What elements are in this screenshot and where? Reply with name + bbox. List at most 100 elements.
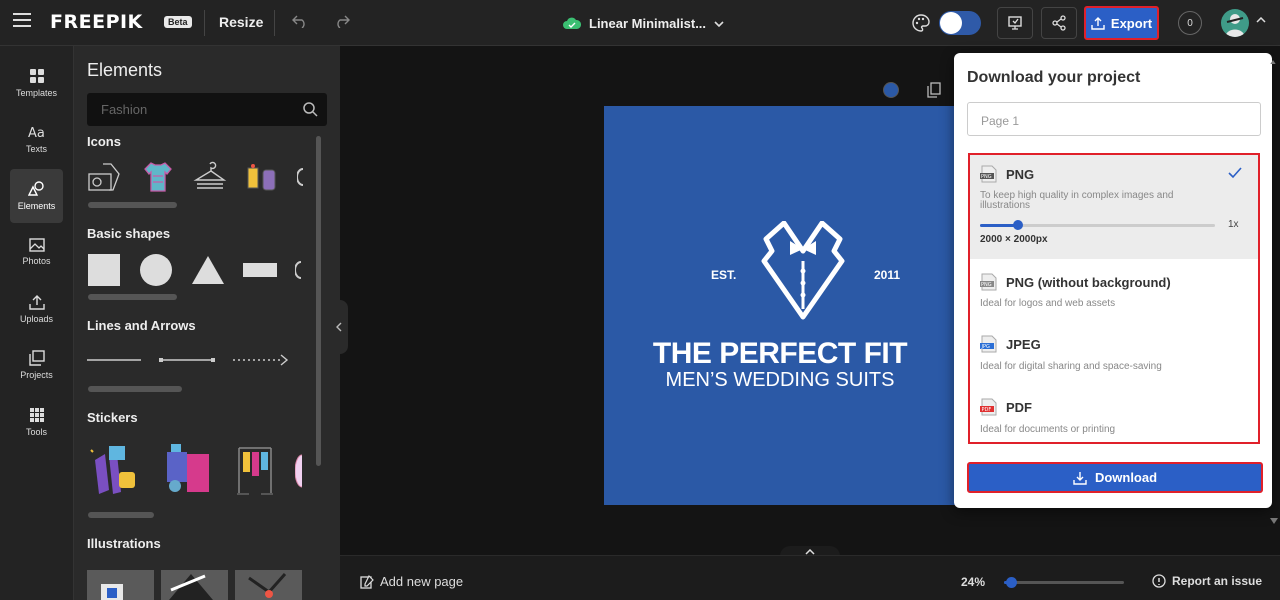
sewing-machine-icon[interactable] [87,160,123,194]
illustration-thumbnail[interactable] [161,570,228,600]
download-icon [1073,471,1087,485]
undo-icon[interactable] [292,14,308,28]
format-option-png-transparent[interactable]: PNG PNG (without background) Ideal for l… [970,259,1258,321]
format-option-pdf[interactable]: PDF PDF Ideal for documents or printing [970,384,1258,442]
theme-toggle[interactable] [939,11,981,35]
rail-item-texts[interactable]: Aa Texts [10,112,63,166]
upload-icon [28,295,45,310]
panel-scrollbar[interactable] [316,136,321,466]
clothing-icon[interactable] [245,160,279,194]
connector-line-shape[interactable] [159,352,215,368]
credits-counter[interactable]: 0 [1178,11,1202,35]
size-slider-fill [980,224,1018,227]
zoom-slider-handle[interactable] [1006,577,1018,588]
file-jpg-icon: JPG [980,335,998,353]
report-issue-link[interactable]: Report an issue [1152,574,1262,588]
section-title-icons[interactable]: Icons [87,134,121,149]
shapes-row [87,253,303,287]
palette-icon[interactable] [912,14,930,32]
rail-item-uploads[interactable]: Uploads [10,282,63,336]
circle-shape[interactable] [139,253,173,287]
more-icon [295,261,302,279]
menu-icon[interactable] [13,13,31,27]
rail-item-tools[interactable]: Tools [10,395,63,449]
chevron-left-icon [336,322,342,332]
scroll-indicator[interactable] [88,202,177,208]
more-icon [297,168,304,186]
design-subheadline: MEN’S WEDDING SUITS [665,369,895,391]
redo-icon[interactable] [334,14,350,28]
scroll-up-icon[interactable] [1270,60,1276,64]
illustration-thumbnail[interactable] [87,570,154,600]
section-title-lines-and-arrows[interactable]: Lines and Arrows [87,318,196,333]
line-shape[interactable] [87,352,141,368]
svg-text:Aa: Aa [28,126,45,140]
size-multiplier: 1x [1228,219,1239,230]
size-slider-handle[interactable] [1012,220,1023,230]
chevron-up-icon[interactable] [1256,17,1266,23]
rail-item-projects[interactable]: Projects [10,338,63,392]
file-png-icon: PNG [980,165,998,183]
section-title-basic-shapes[interactable]: Basic shapes [87,226,170,241]
icons-row [87,160,305,194]
section-title-illustrations[interactable]: Illustrations [87,536,161,551]
background-color-swatch[interactable] [883,82,899,98]
collapse-panel-button[interactable] [330,300,348,354]
left-rail: Templates Aa Texts Elements Photos Uploa… [0,46,74,600]
section-title-stickers[interactable]: Stickers [87,410,138,425]
download-button[interactable]: Download [967,462,1263,493]
page-select[interactable]: Page 1 [967,102,1261,136]
search-input[interactable] [87,93,297,126]
format-option-jpeg[interactable]: JPG JPEG Ideal for digital sharing and s… [970,321,1258,384]
bottom-bar: Add new page 24% Report an issue [340,555,1280,600]
clothing-rack-sticker[interactable] [235,442,275,500]
check-icon [1228,167,1242,179]
resize-button[interactable]: Resize [219,14,263,30]
svg-text:PDF: PDF [982,407,992,413]
stickers-row [87,442,303,500]
zoom-level: 24% [961,575,986,589]
scroll-indicator[interactable] [88,512,154,518]
dotted-arrow-shape[interactable] [233,352,289,368]
illustration-image [169,574,213,600]
hanger-icon[interactable] [193,160,227,194]
design-page[interactable]: EST. 2011 THE PERFECT FIT MEN’S WEDDING … [604,106,956,505]
shirt-icon[interactable] [141,160,175,194]
search-icon[interactable] [302,101,318,117]
scroll-down-icon[interactable] [1270,518,1278,524]
illustration-thumbnail[interactable] [235,570,302,600]
triangle-shape[interactable] [191,253,225,287]
present-button[interactable] [997,7,1033,39]
scroll-indicator[interactable] [88,386,182,392]
rail-item-templates[interactable]: Templates [10,56,63,110]
export-label: Export [1110,15,1153,31]
scroll-indicator[interactable] [88,294,177,300]
rail-item-elements[interactable]: Elements [10,169,63,223]
templates-icon [29,69,44,83]
illustrations-row [87,570,302,600]
size-slider[interactable] [980,220,1215,230]
add-page-button[interactable]: Add new page [360,574,463,589]
square-shape[interactable] [87,253,121,287]
rectangle-shape[interactable] [243,253,277,287]
format-option-png[interactable]: PNG PNG To keep high quality in complex … [970,155,1258,259]
format-name: JPEG [1006,337,1041,352]
format-name: PDF [1006,400,1032,415]
zoom-slider[interactable] [1004,577,1124,588]
chevron-down-icon [714,20,724,27]
clothes-sticker[interactable] [87,442,141,500]
freepik-logo[interactable]: FREEPIK [50,11,143,33]
rail-item-photos[interactable]: Photos [10,225,63,279]
info-icon [1152,574,1166,588]
share-button[interactable] [1041,7,1077,39]
panel-title: Elements [87,60,163,80]
add-page-label: Add new page [380,574,464,589]
export-button[interactable]: Export [1084,6,1159,40]
jacket-sticker[interactable] [161,442,215,500]
format-description: Ideal for logos and web assets [980,298,1116,309]
document-title[interactable]: Linear Minimalist... [563,16,724,31]
rail-label: Texts [25,144,47,154]
duplicate-icon[interactable] [927,82,941,98]
svg-text:PNG: PNG [981,174,992,180]
avatar[interactable] [1221,9,1249,37]
